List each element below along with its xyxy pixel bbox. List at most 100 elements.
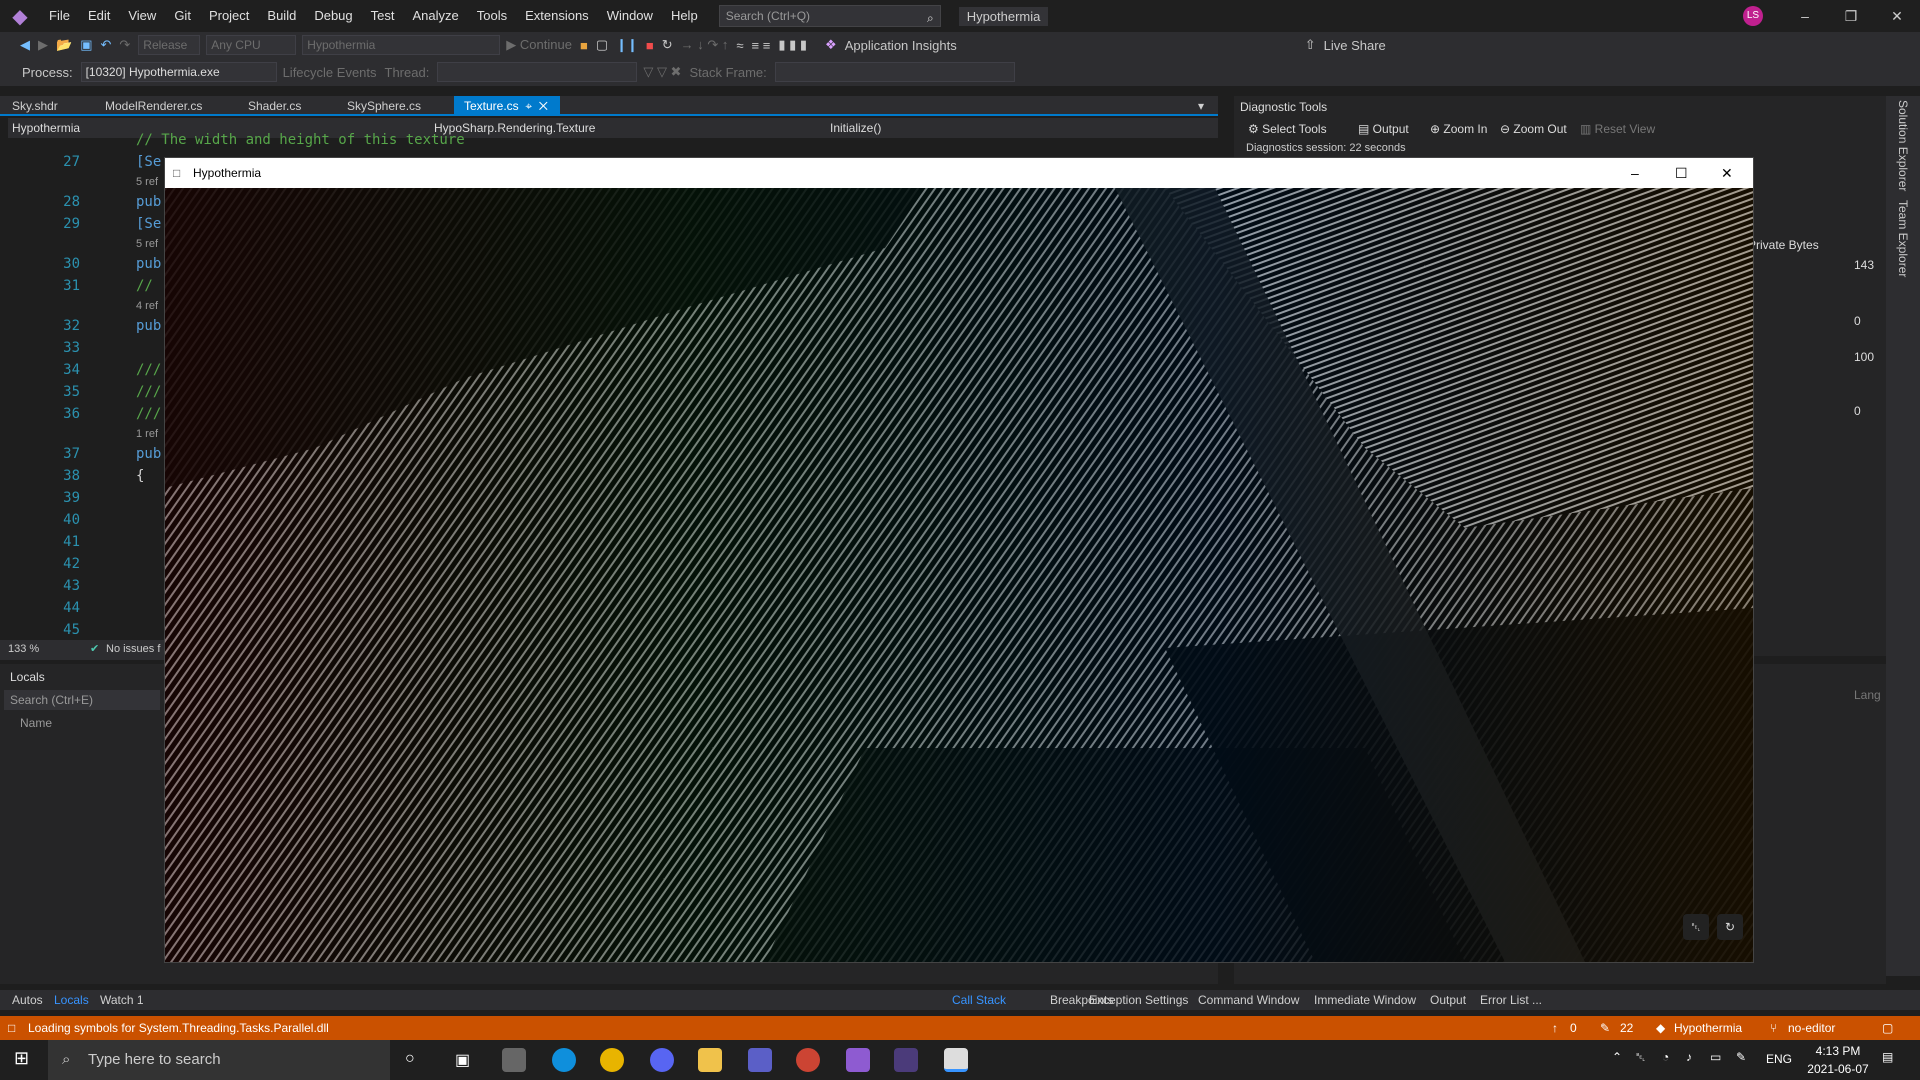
- startup-project-select[interactable]: Hypothermia: [302, 35, 501, 55]
- menu-build[interactable]: Build: [258, 0, 305, 32]
- app-icon-teams[interactable]: [748, 1048, 772, 1072]
- format-icon[interactable]: ≡ ≡: [752, 38, 771, 53]
- avatar[interactable]: LS: [1743, 6, 1763, 26]
- camera-icon[interactable]: ▢: [596, 37, 608, 53]
- pause-icon[interactable]: ❙❙: [616, 37, 638, 53]
- save-icon[interactable]: ▣: [80, 37, 92, 53]
- menu-analyze[interactable]: Analyze: [403, 0, 467, 32]
- codelens-refs[interactable]: 5 ref: [136, 176, 158, 188]
- thread-select[interactable]: [437, 62, 638, 82]
- member-dropdown[interactable]: Initialize(): [830, 118, 1206, 138]
- continue-button[interactable]: ▶ Continue: [506, 37, 572, 53]
- game-title-bar[interactable]: □ Hypothermia – ☐ ✕: [165, 158, 1753, 188]
- tab-error-list[interactable]: Error List ...: [1480, 990, 1542, 1010]
- platform-select[interactable]: Any CPU: [206, 35, 297, 55]
- menu-debug[interactable]: Debug: [305, 0, 361, 32]
- codelens-refs[interactable]: 1 ref: [136, 428, 158, 440]
- lifecycle-events-button[interactable]: Lifecycle Events: [283, 65, 377, 80]
- minimize-button[interactable]: –: [1782, 0, 1828, 32]
- solution-explorer-tab[interactable]: Solution Explorer: [1896, 100, 1910, 191]
- diagnostics-icon[interactable]: ≈: [736, 38, 743, 53]
- hot-reload-icon[interactable]: ■: [580, 38, 588, 53]
- unpushed-count[interactable]: 0: [1570, 1016, 1577, 1040]
- live-share-button[interactable]: Live Share: [1324, 38, 1386, 53]
- app-icon-file-explorer[interactable]: [698, 1048, 722, 1072]
- menu-extensions[interactable]: Extensions: [516, 0, 598, 32]
- forward-icon[interactable]: ▶: [38, 37, 48, 53]
- game-minimize-button[interactable]: –: [1631, 158, 1639, 188]
- network-icon[interactable]: ◔: [1662, 1050, 1669, 1064]
- reset-view-button[interactable]: ▥ Reset View: [1580, 122, 1655, 136]
- menu-file[interactable]: File: [40, 0, 79, 32]
- tab-output[interactable]: Output: [1430, 990, 1466, 1010]
- microphone-icon[interactable]: ␇: [1636, 1050, 1646, 1065]
- undo-icon[interactable]: ↶: [100, 37, 111, 53]
- stack-frame-select[interactable]: [774, 62, 1015, 82]
- close-button[interactable]: ✕: [1874, 0, 1920, 32]
- notifications-icon[interactable]: ▢: [1882, 1016, 1893, 1040]
- refresh-icon[interactable]: ↻: [1717, 914, 1743, 940]
- tab-command-window[interactable]: Command Window: [1198, 990, 1299, 1010]
- app-insights-button[interactable]: Application Insights: [845, 38, 957, 53]
- cortana-icon[interactable]: ○: [405, 1050, 415, 1068]
- tray-overflow-icon[interactable]: ⌃: [1612, 1050, 1622, 1064]
- action-center-icon[interactable]: ▤: [1882, 1050, 1893, 1064]
- app-icon-terminal[interactable]: [894, 1048, 918, 1072]
- microphone-icon[interactable]: ␇: [1683, 914, 1709, 940]
- task-view-icon[interactable]: ▣: [455, 1050, 470, 1070]
- clock-time[interactable]: 4:13 PM: [1810, 1044, 1866, 1058]
- input-language[interactable]: ENG: [1766, 1052, 1792, 1066]
- repository-name[interactable]: Hypothermia: [1674, 1016, 1742, 1040]
- taskbar-search-input[interactable]: ⌕ Type here to search: [48, 1040, 390, 1080]
- menu-tools[interactable]: Tools: [468, 0, 516, 32]
- restart-icon[interactable]: ↻: [662, 37, 673, 53]
- config-select[interactable]: Release: [138, 35, 201, 55]
- menu-test[interactable]: Test: [362, 0, 404, 32]
- search-input[interactable]: Search (Ctrl+Q) ⌕: [718, 5, 941, 27]
- app-icon-visual-studio[interactable]: [846, 1048, 870, 1072]
- locals-search-input[interactable]: Search (Ctrl+E): [4, 690, 160, 710]
- redo-icon[interactable]: ↷: [119, 37, 130, 53]
- select-tools-button[interactable]: ⚙ Select Tools: [1248, 122, 1327, 136]
- menu-help[interactable]: Help: [662, 0, 707, 32]
- open-file-icon[interactable]: 📂: [56, 37, 72, 53]
- tab-sky-shdr[interactable]: Sky.shdr: [2, 96, 68, 116]
- tab-overflow-icon[interactable]: ▾: [1188, 96, 1214, 116]
- close-tab-icon[interactable]: ✕: [539, 99, 548, 113]
- tab-modelrenderer[interactable]: ModelRenderer.cs: [95, 96, 212, 116]
- game-viewport[interactable]: ␇ ↻: [165, 188, 1753, 962]
- issues-indicator[interactable]: No issues f: [106, 643, 160, 655]
- codelens-refs[interactable]: 4 ref: [136, 300, 158, 312]
- tab-exception-settings[interactable]: Exception Settings: [1089, 990, 1188, 1010]
- process-select[interactable]: [10320] Hypothermia.exe: [80, 62, 277, 82]
- zoom-level[interactable]: 133 %: [8, 643, 39, 655]
- tab-shader[interactable]: Shader.cs: [238, 96, 311, 116]
- bookmark-icon[interactable]: ▮ ▮ ▮: [778, 37, 807, 53]
- tab-texture[interactable]: Texture.cs ⌖ ✕: [454, 96, 560, 116]
- pen-icon[interactable]: ✎: [1736, 1050, 1746, 1064]
- windows-start-icon[interactable]: ⊞: [14, 1048, 29, 1069]
- clock-date[interactable]: 2021-06-07: [1800, 1062, 1876, 1076]
- step-over-icon[interactable]: → ↓ ↷ ↑: [681, 37, 729, 53]
- app-icon-git[interactable]: [796, 1048, 820, 1072]
- zoom-in-button[interactable]: ⊕ Zoom In: [1430, 122, 1487, 136]
- game-window[interactable]: □ Hypothermia – ☐ ✕ ␇ ↻: [164, 157, 1754, 963]
- visual-studio-logo-icon[interactable]: ◆: [0, 0, 40, 32]
- output-button[interactable]: ▤ Output: [1358, 122, 1409, 136]
- app-icon-hypothermia[interactable]: [944, 1048, 968, 1072]
- game-close-button[interactable]: ✕: [1721, 158, 1733, 188]
- volume-icon[interactable]: ♪: [1686, 1050, 1692, 1064]
- tab-skysphere[interactable]: SkySphere.cs: [337, 96, 431, 116]
- tab-immediate-window[interactable]: Immediate Window: [1314, 990, 1416, 1010]
- tab-call-stack[interactable]: Call Stack: [952, 990, 1006, 1010]
- tab-locals[interactable]: Locals: [54, 990, 89, 1010]
- zoom-out-button[interactable]: ⊖ Zoom Out: [1500, 122, 1567, 136]
- menu-edit[interactable]: Edit: [79, 0, 119, 32]
- menu-project[interactable]: Project: [200, 0, 258, 32]
- team-explorer-tab[interactable]: Team Explorer: [1896, 200, 1910, 277]
- menu-window[interactable]: Window: [598, 0, 662, 32]
- menu-git[interactable]: Git: [165, 0, 200, 32]
- app-icon-chrome[interactable]: [600, 1048, 624, 1072]
- app-icon-edge[interactable]: [552, 1048, 576, 1072]
- battery-icon[interactable]: ▭: [1710, 1050, 1721, 1064]
